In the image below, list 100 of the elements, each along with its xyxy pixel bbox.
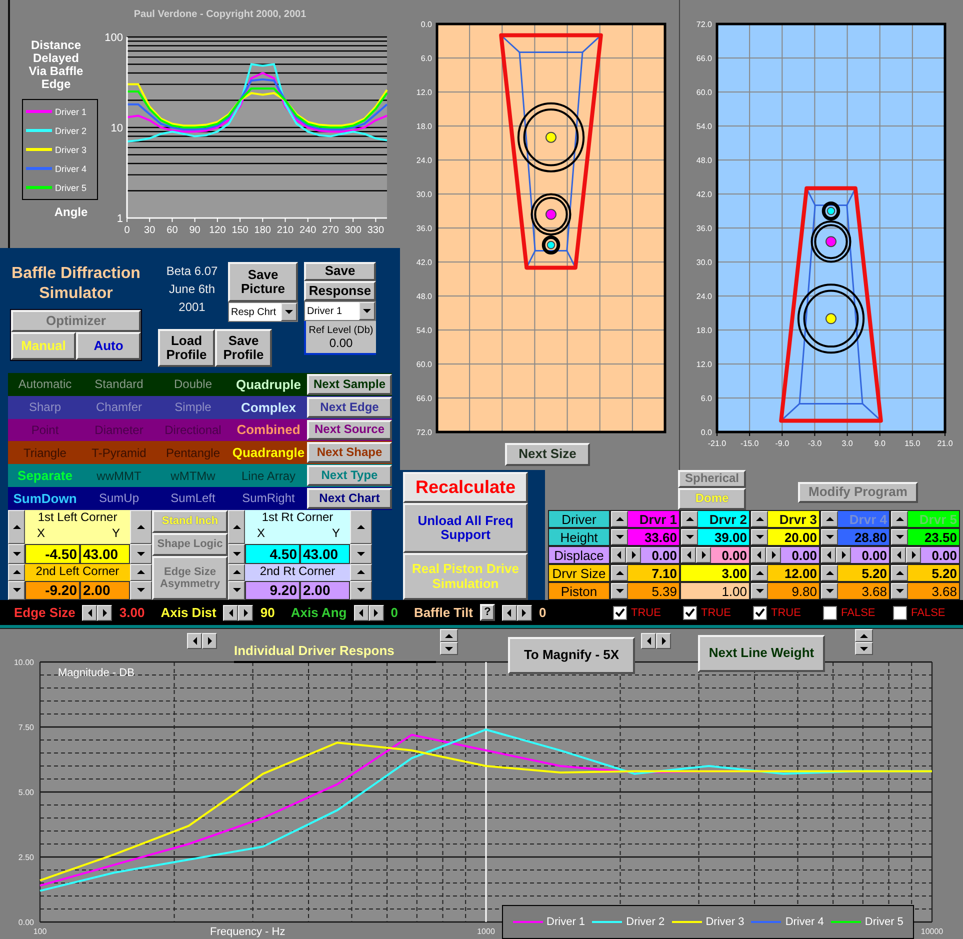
tick-label: 300 xyxy=(344,225,362,236)
size-cell: 12.00 xyxy=(768,565,819,581)
legend-label: Driver 4 xyxy=(55,164,87,174)
tick-label: 120 xyxy=(209,225,226,236)
legend-label: Driver 1 xyxy=(55,106,87,116)
control-value: 3.00 xyxy=(119,605,145,620)
tick-label: 48.0 xyxy=(696,156,712,165)
control-label: Axis Ang xyxy=(290,605,347,620)
corner-label: 2nd Left Corner xyxy=(36,564,120,579)
piston-cell: 1.00 xyxy=(681,583,749,599)
tick-label: 30.0 xyxy=(696,258,712,267)
tick-label: 66.0 xyxy=(416,394,432,403)
tick-label: 24.0 xyxy=(416,156,432,165)
axis-label: Y xyxy=(332,524,340,541)
tick-label: 210 xyxy=(276,225,294,236)
tick-label: 42.0 xyxy=(696,190,712,199)
tick-label: 48.0 xyxy=(416,292,432,301)
tick-label: 60.0 xyxy=(416,360,432,369)
tick-label: 18.0 xyxy=(696,326,712,335)
legend-label: Driver 4 xyxy=(785,916,824,928)
driver-name-cell: Drvr 3 xyxy=(768,511,819,527)
row-label: Driver xyxy=(548,510,610,528)
tick-label: 54.0 xyxy=(696,122,712,131)
axis-title: Frequency - Hz xyxy=(210,926,286,938)
chart-title: Distance Delayed Via Baffle Edge xyxy=(28,39,84,91)
tick-label: 0.00 xyxy=(18,918,34,927)
tick-label: 6.0 xyxy=(420,54,432,63)
control-value: 0 xyxy=(538,605,546,620)
checkbox-label: TRUE xyxy=(631,606,661,618)
tick-label: 36.0 xyxy=(416,224,432,233)
copyright-text: Paul Verdone - Copyright 2000, 2001 xyxy=(132,8,308,22)
tick-label: 36.0 xyxy=(696,224,712,233)
tick-label: 72.0 xyxy=(696,20,712,29)
version-text: Beta 6.07 xyxy=(166,263,218,280)
control-label: Axis Dist xyxy=(160,605,216,620)
tick-label: 12.0 xyxy=(696,360,712,369)
legend-label: Driver 2 xyxy=(626,916,665,928)
legend-label: Driver 3 xyxy=(706,916,744,928)
tick-label: 24.0 xyxy=(696,292,712,301)
displace-cell: 0.00 xyxy=(851,547,889,563)
tick-label: 10000 xyxy=(920,927,944,936)
tick-label: 15.0 xyxy=(904,439,920,448)
height-cell: 23.50 xyxy=(908,529,959,545)
height-cell: 20.00 xyxy=(768,529,819,545)
checkbox-label: TRUE xyxy=(701,606,731,618)
corner-label: 2nd Rt Corner xyxy=(260,564,336,579)
checkbox-label: FALSE xyxy=(911,606,946,618)
driver-name-cell: Drvr 1 xyxy=(628,511,679,527)
size-cell: 5.20 xyxy=(838,565,889,581)
tick-label: 66.0 xyxy=(696,54,712,63)
size-cell: 7.10 xyxy=(628,565,679,581)
tick-label: 60 xyxy=(166,225,178,236)
piston-cell: 9.80 xyxy=(768,583,819,599)
size-cell: 3.00 xyxy=(681,565,749,581)
tick-label: 1 xyxy=(116,213,123,225)
tick-label: 18.0 xyxy=(416,122,432,131)
height-cell: 28.80 xyxy=(838,529,889,545)
legend-label: Driver 2 xyxy=(55,126,87,136)
size-cell: 5.20 xyxy=(908,565,959,581)
row-label: Drvr Size xyxy=(548,564,610,582)
tick-label: 270 xyxy=(322,225,339,236)
displace-cell: 0.00 xyxy=(781,547,819,563)
tick-label: 60.0 xyxy=(696,88,712,97)
tick-label: 72.0 xyxy=(416,428,432,437)
driver-name-cell: Drvr 2 xyxy=(698,511,749,527)
displace-cell: 0.00 xyxy=(921,547,959,563)
tick-label: 12.0 xyxy=(416,88,432,97)
tick-label: 7.50 xyxy=(18,723,34,732)
app-title: Baffle Diffraction Simulator xyxy=(10,264,142,304)
version-text: 2001 xyxy=(178,299,206,316)
legend-label: Driver 3 xyxy=(55,144,87,154)
axis-label: Y xyxy=(112,524,120,541)
displace-cell: 0.00 xyxy=(641,547,679,563)
piston-cell: 3.68 xyxy=(838,583,889,599)
ref-level-label: Ref Level (Db) xyxy=(308,324,374,336)
legend-label: Driver 5 xyxy=(864,916,904,928)
control-label: Baffle Tilt xyxy=(414,605,473,620)
tick-label: -15.0 xyxy=(740,439,759,448)
axis-title: Magnitude - DB xyxy=(58,667,134,679)
tick-label: 90 xyxy=(189,225,200,236)
version-text: June 6th xyxy=(168,281,216,298)
corner-label: 1st Rt Corner xyxy=(262,510,334,525)
axis-title: Angle xyxy=(54,205,88,219)
height-cell: 39.00 xyxy=(698,529,749,545)
tick-label: -3.0 xyxy=(808,439,822,448)
row-label: Piston xyxy=(548,582,610,600)
tick-label: 9.0 xyxy=(874,439,886,448)
tick-label: 0 xyxy=(124,225,130,236)
piston-cell: 5.39 xyxy=(628,583,679,599)
tick-label: 330 xyxy=(367,225,384,236)
driver-name-cell: Drvr 4 xyxy=(838,511,889,527)
axis-label: X xyxy=(37,524,46,541)
checkbox-label: FALSE xyxy=(841,606,876,618)
control-value: 0 xyxy=(390,605,398,620)
legend-label: Driver 1 xyxy=(546,916,586,928)
tick-label: 30 xyxy=(144,225,156,236)
tick-label: 6.0 xyxy=(700,394,712,403)
tick-label: 150 xyxy=(232,225,248,236)
control-value: 90 xyxy=(260,605,275,620)
tick-label: 0.0 xyxy=(700,428,712,437)
